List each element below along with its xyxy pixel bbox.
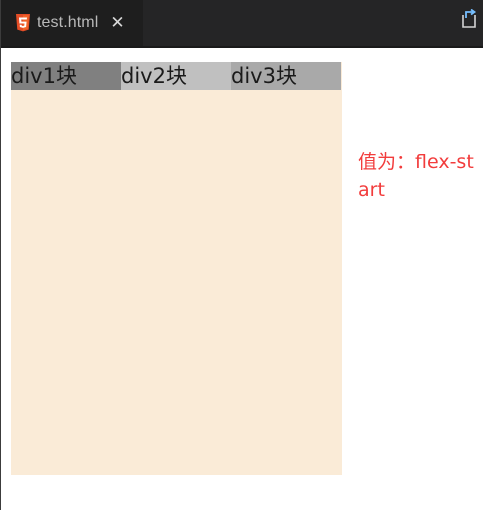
page: test.html ✕ div1块 div2块 div3块 值为：flex-st… (0, 0, 483, 510)
close-icon[interactable]: ✕ (110, 14, 124, 32)
tab-test-html[interactable]: test.html ✕ (1, 0, 143, 46)
justify-content-note: 值为：flex-start (358, 151, 474, 201)
div1-block: div1块 (11, 62, 121, 90)
html5-icon (15, 14, 31, 32)
editor-tab-bar: test.html ✕ (1, 0, 483, 48)
div2-block: div2块 (121, 62, 231, 90)
div3-block: div3块 (231, 62, 341, 90)
open-preview-icon[interactable] (460, 8, 478, 29)
flex-container: div1块 div2块 div3块 (11, 62, 342, 475)
tab-label: test.html (37, 14, 99, 31)
